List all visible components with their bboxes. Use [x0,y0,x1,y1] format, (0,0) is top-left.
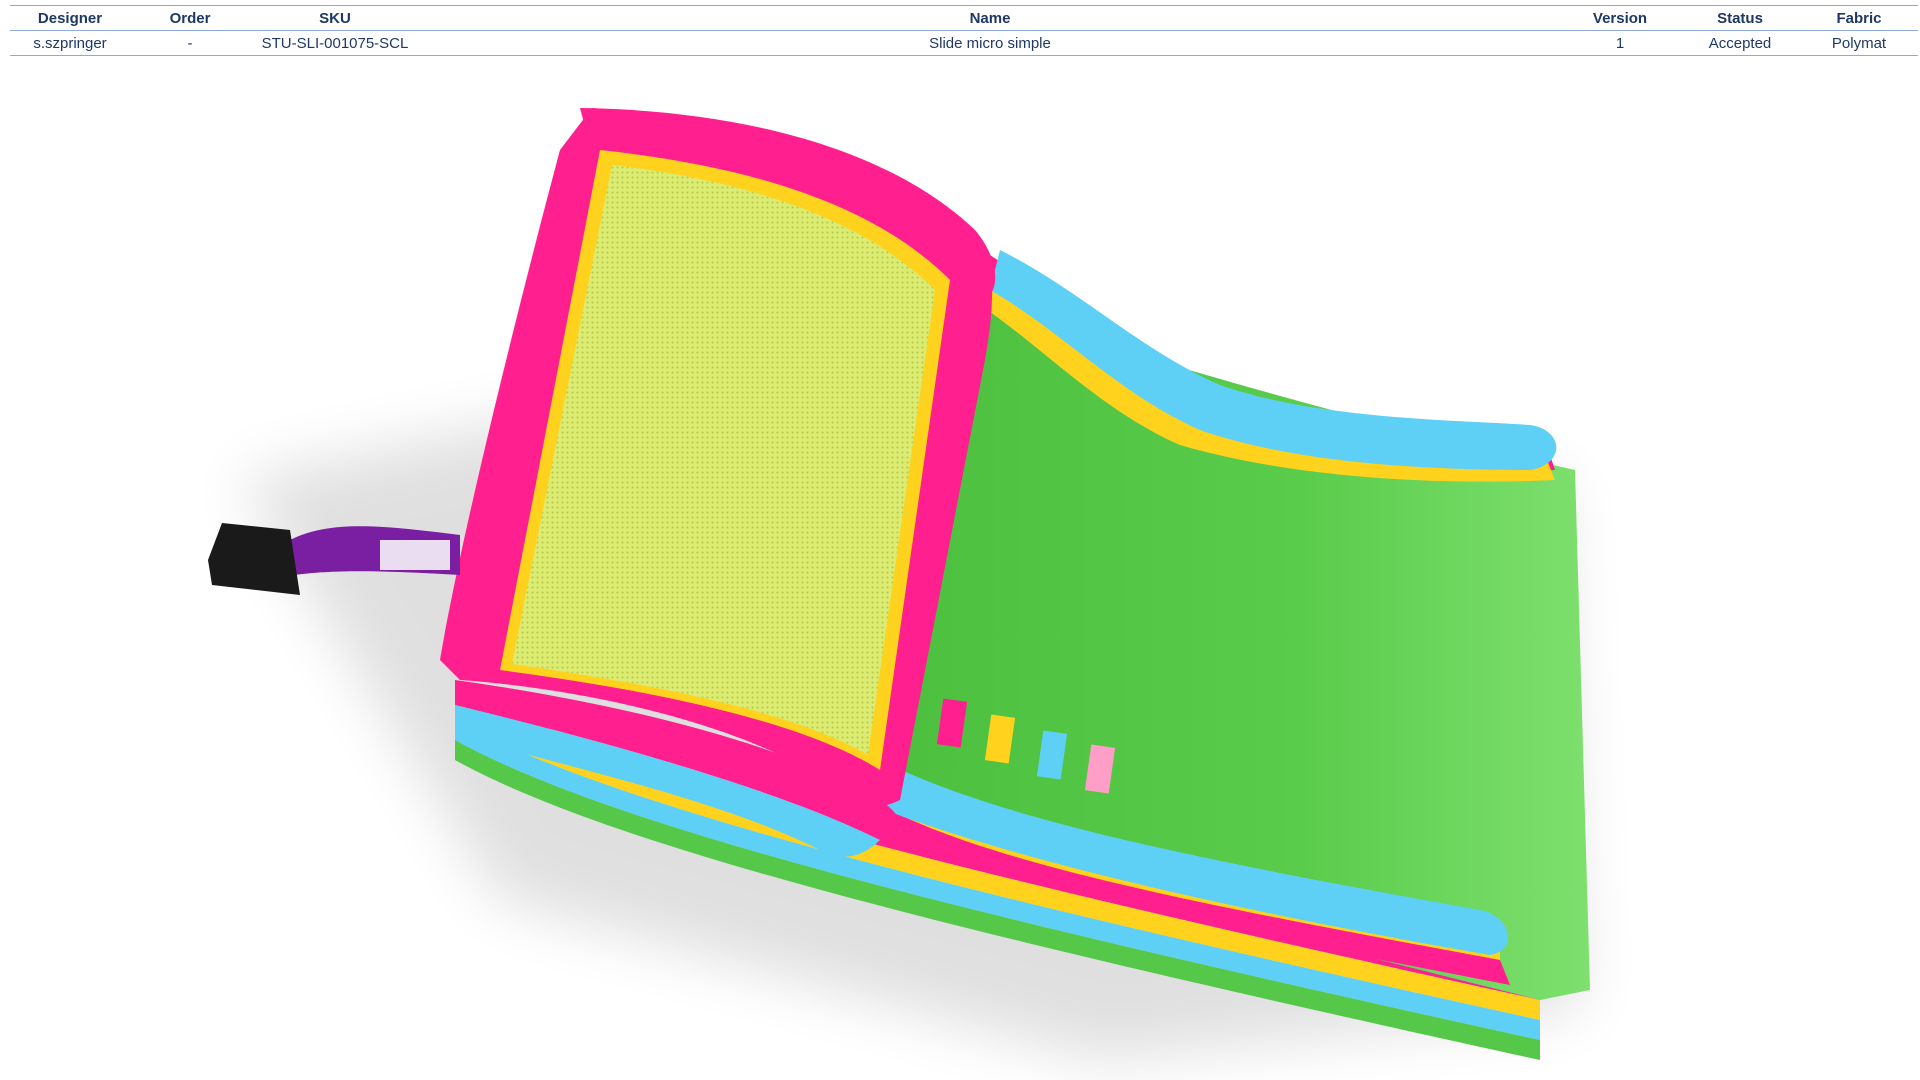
slide-render-svg [208,108,1590,1060]
cell-name: Slide micro simple [420,30,1560,56]
product-render [0,58,1920,1080]
table-row: s.szpringer - STU-SLI-001075-SCL Slide m… [10,30,1918,56]
header-version: Version [1560,5,1680,31]
header-status: Status [1680,5,1800,31]
header-order: Order [130,5,250,31]
blower [208,523,300,595]
blower-tube [290,526,460,575]
cell-fabric: Polymat [1800,30,1918,56]
spec-table: Designer Order SKU Name Version Status F… [10,5,1918,56]
header-name: Name [420,5,1560,31]
header-designer: Designer [10,5,130,31]
header-fabric: Fabric [1800,5,1918,31]
table-header-row: Designer Order SKU Name Version Status F… [10,5,1918,31]
cell-order: - [130,30,250,56]
header-sku: SKU [250,5,420,31]
cell-status: Accepted [1680,30,1800,56]
cell-sku: STU-SLI-001075-SCL [250,30,420,56]
cell-version: 1 [1560,30,1680,56]
cell-designer: s.szpringer [10,30,130,56]
